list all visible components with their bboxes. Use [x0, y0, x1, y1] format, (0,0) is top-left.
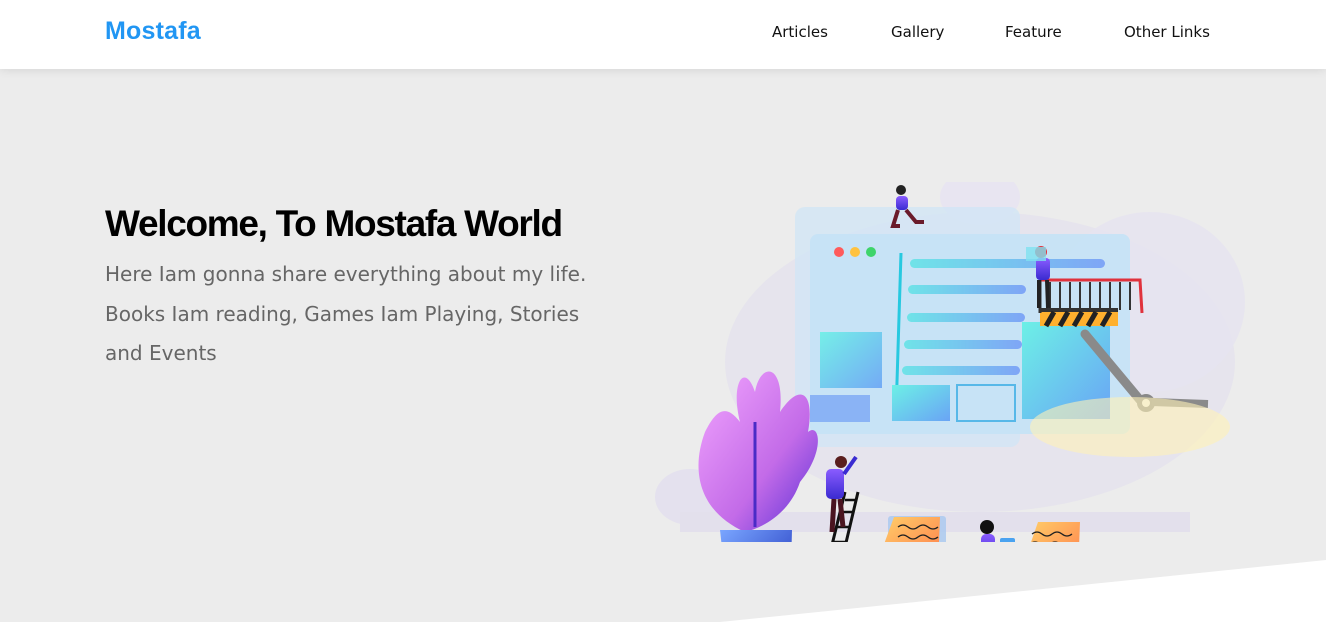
- nav-link-feature[interactable]: Feature: [1005, 23, 1062, 41]
- landing-section: Welcome, To Mostafa World Here Iam gonna…: [0, 69, 1326, 622]
- landing-text: Welcome, To Mostafa World Here Iam gonna…: [105, 202, 625, 374]
- landing-intro: Here Iam gonna share everything about my…: [105, 262, 587, 365]
- nav-link-gallery[interactable]: Gallery: [891, 23, 944, 41]
- landing-illustration: [655, 182, 1245, 542]
- landing-title: Welcome, To Mostafa World: [105, 203, 563, 244]
- main-nav: Articles Gallery Feature Other Links: [0, 0, 1326, 69]
- nav-link-articles[interactable]: Articles: [772, 23, 828, 41]
- nav-link-other-links[interactable]: Other Links: [1124, 23, 1210, 41]
- site-header: Mostafa Articles Gallery Feature Other L…: [0, 0, 1326, 69]
